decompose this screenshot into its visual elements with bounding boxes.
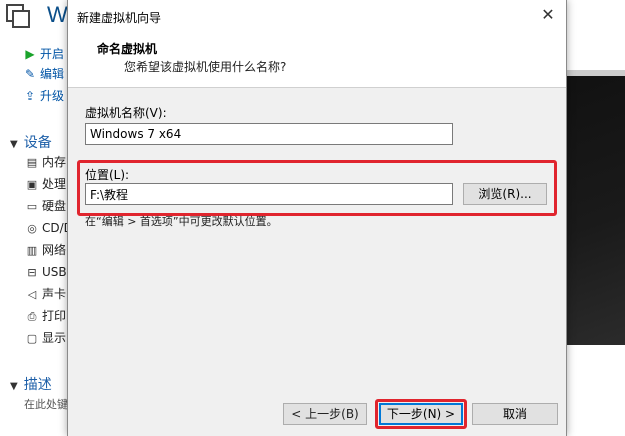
device-item-cd[interactable]: ◎ CD/D	[25, 218, 73, 238]
memory-icon: ▤	[26, 156, 38, 169]
next-button[interactable]: 下一步(N) >	[379, 403, 463, 425]
new-vm-wizard-dialog: 新建虚拟机向导 ✕ 命名虚拟机 您希望该虚拟机使用什么名称? 虚拟机名称(V):…	[67, 0, 567, 436]
device-item-display[interactable]: ▢ 显示	[25, 328, 66, 348]
back-button[interactable]: < 上一步(B)	[283, 403, 367, 425]
wizard-step-header: 命名虚拟机 您希望该虚拟机使用什么名称?	[68, 31, 566, 88]
cd-icon: ◎	[27, 222, 37, 235]
step-title: 命名虚拟机	[97, 42, 158, 56]
start-arrow-icon: ▶	[25, 47, 35, 61]
browse-button[interactable]: 浏览(R)...	[463, 183, 547, 205]
dialog-title: 新建虚拟机向导	[77, 11, 162, 25]
vm-screen-preview	[565, 70, 625, 345]
device-item-printer[interactable]: ⎙ 打印	[25, 306, 66, 326]
edit-icon: ✎	[24, 67, 36, 81]
step-subtitle: 您希望该虚拟机使用什么名称?	[124, 60, 287, 74]
network-icon: ▥	[26, 244, 38, 257]
close-icon[interactable]: ✕	[536, 4, 560, 28]
vm-name-label: 虚拟机名称(V):	[85, 106, 167, 120]
default-location-hint: 在“编辑 > 首选项”中可更改默认位置。	[85, 215, 278, 228]
disk-icon: ▭	[26, 200, 38, 213]
sound-icon: ◁	[27, 288, 37, 301]
devices-section-header[interactable]: ▼ 设备	[10, 132, 52, 152]
background-app-title: W	[47, 2, 68, 27]
description-placeholder[interactable]: 在此处键	[24, 396, 68, 412]
processor-icon: ▣	[26, 178, 38, 191]
device-item-processor[interactable]: ▣ 处理	[25, 174, 66, 194]
location-input[interactable]	[85, 183, 453, 205]
printer-icon: ⎙	[27, 310, 37, 323]
device-item-memory[interactable]: ▤ 内存	[25, 152, 66, 172]
vm-name-input[interactable]	[85, 123, 453, 145]
vmware-logo-icon	[6, 4, 30, 28]
device-item-usb[interactable]: ⊟ USB	[25, 262, 66, 282]
device-item-network[interactable]: ▥ 网络	[25, 240, 66, 260]
collapse-triangle-icon: ▼	[10, 381, 18, 392]
collapse-triangle-icon: ▼	[10, 139, 18, 150]
device-item-disk[interactable]: ▭ 硬盘	[25, 196, 66, 216]
display-icon: ▢	[26, 332, 38, 345]
cancel-button[interactable]: 取消	[472, 403, 558, 425]
usb-icon: ⊟	[27, 266, 37, 279]
device-item-sound[interactable]: ◁ 声卡	[25, 284, 66, 304]
upgrade-icon: ⇪	[24, 89, 36, 103]
location-label: 位置(L):	[85, 168, 130, 182]
description-section-header[interactable]: ▼ 描述	[10, 374, 52, 394]
dialog-titlebar: 新建虚拟机向导 ✕	[68, 0, 566, 31]
